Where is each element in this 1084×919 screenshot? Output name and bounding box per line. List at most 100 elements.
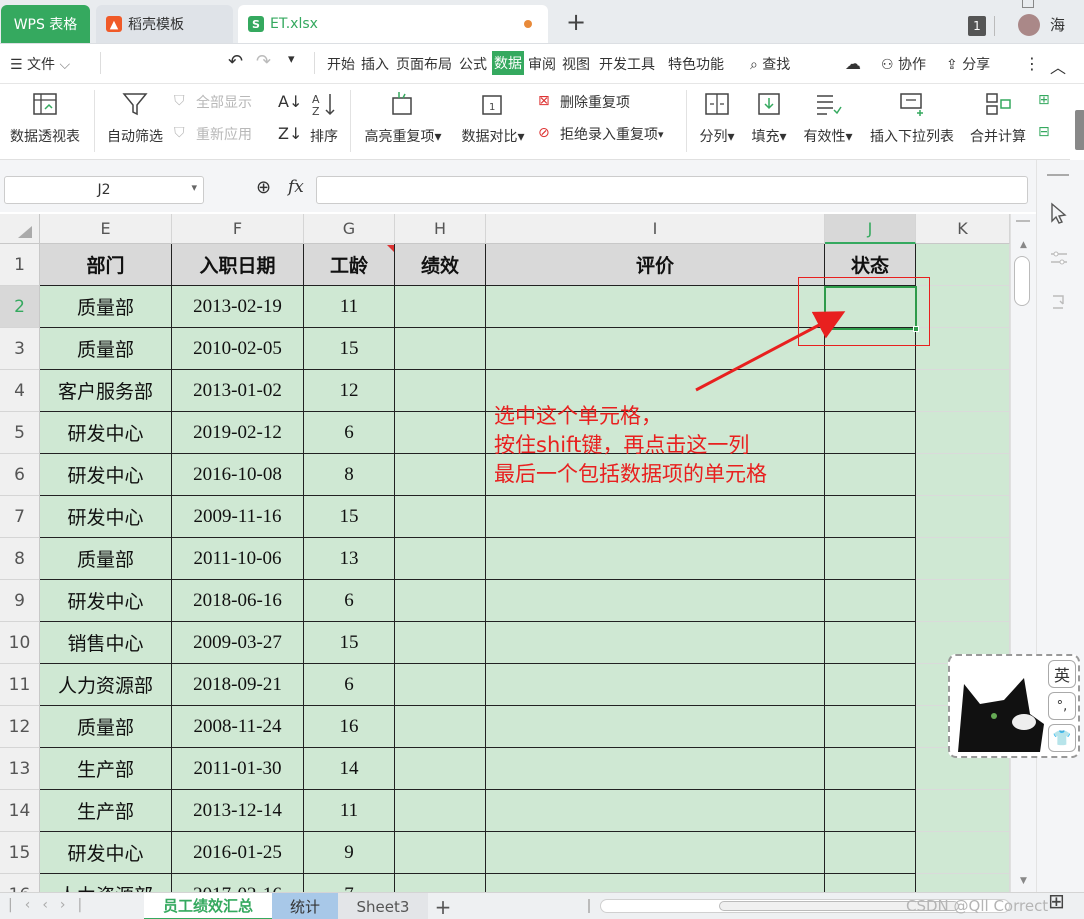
file-menu[interactable]: ☰ 文件 ⌵: [10, 54, 70, 74]
table-cell[interactable]: [395, 748, 486, 790]
table-cell[interactable]: [395, 454, 486, 496]
menu-tab-developer[interactable]: 开发工具: [599, 54, 655, 74]
table-cell[interactable]: 2009-03-27: [172, 622, 304, 664]
sort-ascending-icon[interactable]: A↓: [278, 92, 302, 111]
table-cell[interactable]: [825, 580, 916, 622]
collapse-ribbon-icon[interactable]: ︿: [1050, 54, 1066, 78]
table-cell[interactable]: 人力资源部: [40, 874, 172, 892]
sheet-nav-arrows[interactable]: |‹‹›|: [8, 897, 94, 913]
table-cell[interactable]: [395, 874, 486, 892]
pivot-table-button[interactable]: 数据透视表: [6, 84, 84, 160]
table-cell[interactable]: 2011-10-06: [172, 538, 304, 580]
empty-cell[interactable]: [916, 580, 1010, 622]
table-cell[interactable]: 6: [304, 664, 395, 706]
table-cell[interactable]: [825, 706, 916, 748]
column-header-g[interactable]: G: [304, 214, 395, 244]
column-header-i[interactable]: I: [486, 214, 825, 244]
empty-cell[interactable]: [916, 454, 1010, 496]
table-cell[interactable]: [486, 790, 825, 832]
table-cell[interactable]: [825, 538, 916, 580]
table-cell[interactable]: [395, 370, 486, 412]
split-column-button[interactable]: 分列▾: [694, 84, 740, 160]
table-cell[interactable]: [486, 874, 825, 892]
table-cell[interactable]: 人力资源部: [40, 664, 172, 706]
grid-view-icon[interactable]: ⊞: [1048, 889, 1065, 913]
table-cell[interactable]: [395, 622, 486, 664]
empty-cell[interactable]: [916, 538, 1010, 580]
table-cell[interactable]: [395, 706, 486, 748]
table-cell[interactable]: 15: [304, 496, 395, 538]
menu-tab-special[interactable]: 特色功能: [668, 54, 724, 74]
header-cell[interactable]: 部门: [40, 244, 172, 286]
share-button[interactable]: ⇪ 分享: [946, 54, 990, 74]
empty-cell[interactable]: [916, 286, 1010, 328]
window-count-badge[interactable]: 1: [968, 16, 986, 36]
cloud-sync-icon[interactable]: ☁: [845, 54, 861, 73]
table-cell[interactable]: [486, 496, 825, 538]
ime-widget[interactable]: 英 °, 👕: [948, 654, 1080, 758]
scroll-up-icon[interactable]: ▲: [1020, 240, 1027, 250]
menu-tab-formulas[interactable]: 公式: [459, 54, 487, 74]
row-header[interactable]: 4: [0, 370, 40, 412]
data-compare-button[interactable]: 1 数据对比▾: [456, 84, 530, 160]
formula-input[interactable]: [316, 176, 1028, 204]
add-sheet-button[interactable]: +: [430, 893, 456, 919]
table-cell[interactable]: 客户服务部: [40, 370, 172, 412]
redo-icon[interactable]: ↷: [256, 51, 271, 72]
split-handle[interactable]: [1016, 220, 1030, 222]
empty-cell[interactable]: [916, 496, 1010, 538]
header-cell[interactable]: 工龄: [304, 244, 395, 286]
header-cell[interactable]: 入职日期: [172, 244, 304, 286]
restore-window-icon[interactable]: [1022, 0, 1034, 8]
table-cell[interactable]: 14: [304, 748, 395, 790]
header-cell[interactable]: 评价: [486, 244, 825, 286]
table-cell[interactable]: 研发中心: [40, 412, 172, 454]
menu-tab-review[interactable]: 审阅: [528, 54, 556, 74]
table-cell[interactable]: 研发中心: [40, 580, 172, 622]
row-header[interactable]: 2: [0, 286, 40, 328]
table-cell[interactable]: [825, 874, 916, 892]
empty-cell[interactable]: [916, 874, 1010, 892]
quick-access-dropdown-icon[interactable]: ▾: [288, 52, 295, 67]
menu-tab-view[interactable]: 视图: [562, 54, 590, 74]
column-header-h[interactable]: H: [395, 214, 486, 244]
column-header-j[interactable]: J: [825, 214, 916, 244]
name-box[interactable]: J2 ▾: [4, 176, 204, 204]
table-cell[interactable]: 2013-02-19: [172, 286, 304, 328]
table-cell[interactable]: [395, 580, 486, 622]
sort-button[interactable]: AZ 排序: [306, 84, 342, 160]
table-cell[interactable]: 16: [304, 706, 395, 748]
menu-tab-insert[interactable]: 插入: [361, 54, 389, 74]
table-cell[interactable]: [395, 832, 486, 874]
table-cell[interactable]: [486, 748, 825, 790]
table-cell[interactable]: [486, 664, 825, 706]
ime-punct-toggle[interactable]: °,: [1048, 692, 1076, 720]
row-header[interactable]: 14: [0, 790, 40, 832]
empty-cell[interactable]: [916, 370, 1010, 412]
table-cell[interactable]: 2016-10-08: [172, 454, 304, 496]
row-header[interactable]: 11: [0, 664, 40, 706]
avatar[interactable]: [1018, 14, 1040, 36]
table-cell[interactable]: 9: [304, 832, 395, 874]
table-cell[interactable]: [486, 580, 825, 622]
sort-descending-icon[interactable]: Z↓: [278, 124, 302, 143]
table-cell[interactable]: [395, 664, 486, 706]
insert-dropdown-list-button[interactable]: 插入下拉列表: [866, 84, 958, 160]
table-cell[interactable]: 生产部: [40, 748, 172, 790]
table-cell[interactable]: [395, 538, 486, 580]
table-cell[interactable]: [395, 286, 486, 328]
more-icon[interactable]: ⋮: [1024, 54, 1040, 73]
table-cell[interactable]: 2013-01-02: [172, 370, 304, 412]
highlight-duplicates-button[interactable]: 高亮重复项▾: [360, 84, 446, 160]
table-cell[interactable]: [395, 790, 486, 832]
scroll-thumb[interactable]: [1014, 256, 1030, 306]
table-cell[interactable]: [825, 748, 916, 790]
empty-cell[interactable]: [916, 832, 1010, 874]
table-cell[interactable]: 生产部: [40, 790, 172, 832]
menu-tab-page-layout[interactable]: 页面布局: [396, 54, 452, 74]
row-header[interactable]: 10: [0, 622, 40, 664]
table-cell[interactable]: 15: [304, 622, 395, 664]
record-icon[interactable]: ⊞: [1038, 92, 1050, 108]
menu-tab-home[interactable]: 开始: [327, 54, 355, 74]
table-cell[interactable]: 2013-12-14: [172, 790, 304, 832]
